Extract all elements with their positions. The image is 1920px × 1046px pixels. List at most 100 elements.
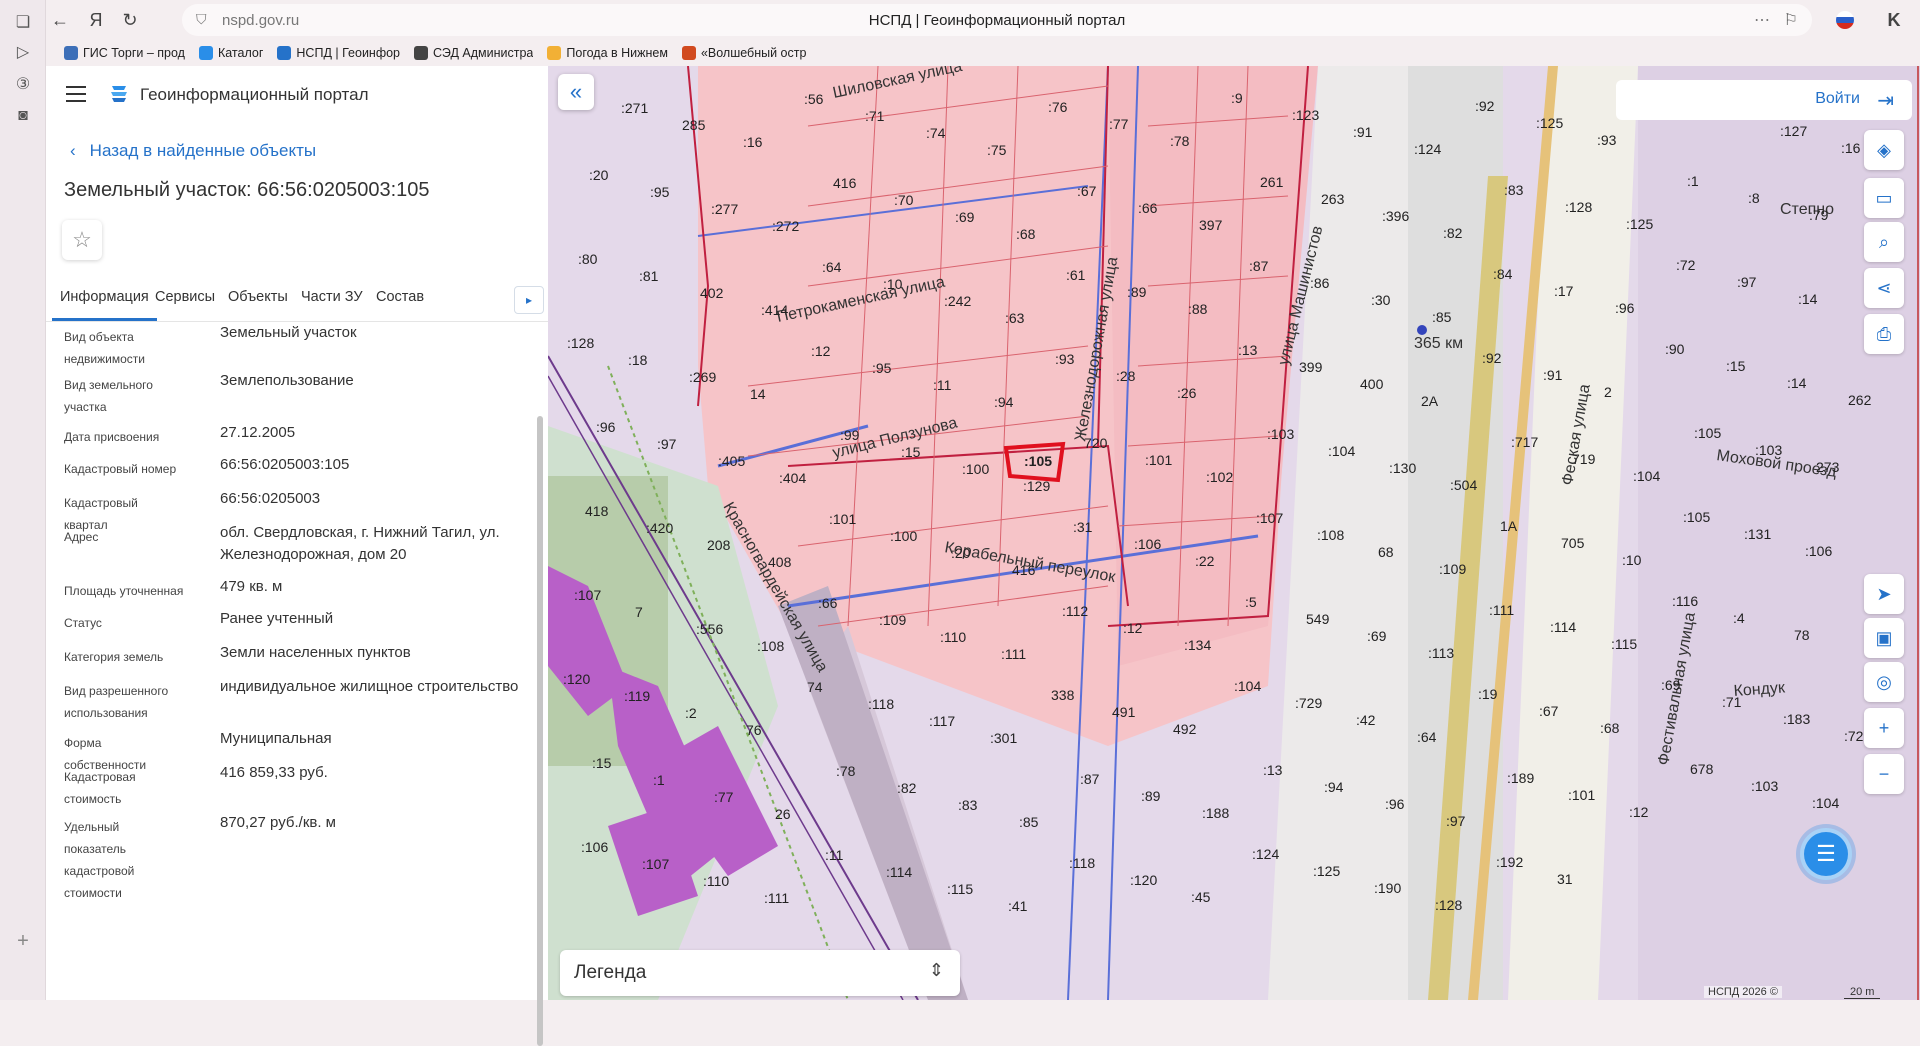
back-to-results-link[interactable]: ‹ Назад в найденные объекты xyxy=(70,141,316,161)
parcel-number-label[interactable]: :131 xyxy=(1744,526,1771,542)
parcel-number-label[interactable]: :104 xyxy=(1812,795,1839,811)
parcel-number-label[interactable]: :717 xyxy=(1511,434,1538,450)
parcel-number-label[interactable]: :105 xyxy=(1694,425,1721,441)
parcel-number-label[interactable]: 719 xyxy=(1572,451,1596,467)
tabs-scroll-right-button[interactable]: ▸ xyxy=(514,286,544,314)
parcel-number-label[interactable]: :82 xyxy=(897,780,917,796)
parcel-number-label[interactable]: :22 xyxy=(1195,553,1215,569)
map-canvas[interactable]: Шиловская улица Петрокаменская улица ули… xyxy=(548,66,1920,1000)
cadastral-map[interactable]: Шиловская улица Петрокаменская улица ули… xyxy=(548,66,1920,1000)
parcel-number-label[interactable]: :64 xyxy=(1417,729,1437,745)
parcel-number-label[interactable]: :93 xyxy=(1055,351,1075,367)
parcel-number-label[interactable]: :87 xyxy=(1249,258,1269,274)
parcel-number-label[interactable]: :15 xyxy=(901,444,921,460)
parcel-number-label[interactable]: :85 xyxy=(1019,814,1039,830)
parcel-number-label[interactable]: :94 xyxy=(1324,779,1344,795)
parcel-number-label[interactable]: :113 xyxy=(1428,645,1454,661)
reload-icon[interactable]: ↻ xyxy=(118,8,142,32)
minimap-icon[interactable]: ▣ xyxy=(1864,618,1904,658)
chat-icon[interactable]: ☰ xyxy=(1800,828,1852,880)
geo-search-icon[interactable]: ◎ xyxy=(1864,662,1904,702)
parcel-number-label[interactable]: 31 xyxy=(1557,871,1573,887)
parcel-number-label[interactable]: :404 xyxy=(779,470,806,486)
parcel-number-label[interactable]: :115 xyxy=(1611,636,1637,652)
parcel-number-label[interactable]: :396 xyxy=(1382,208,1409,224)
play-icon[interactable]: ▷ xyxy=(11,40,35,64)
parcel-number-label[interactable]: :124 xyxy=(1252,846,1279,862)
parcel-number-label[interactable]: :301 xyxy=(990,730,1017,746)
parcel-number-label[interactable]: :10 xyxy=(1622,552,1642,568)
parcel-number-label[interactable]: :405 xyxy=(718,453,745,469)
parcel-number-label[interactable]: :11 xyxy=(933,377,952,393)
parcel-number-label[interactable]: :69 xyxy=(1367,628,1387,644)
tab-info[interactable]: Информация xyxy=(52,289,157,321)
parcel-number-label[interactable]: :269 xyxy=(689,369,716,385)
parcel-number-label[interactable]: :81 xyxy=(639,268,659,284)
parcel-number-label[interactable]: :68 xyxy=(1016,226,1036,242)
parcel-number-label[interactable]: :99 xyxy=(840,427,860,443)
parcel-number-label[interactable]: :28 xyxy=(1116,368,1136,384)
parcel-number-label[interactable]: :71 xyxy=(1722,694,1742,710)
parcel-number-label[interactable]: :14 xyxy=(1787,375,1807,391)
bookmark-item[interactable]: СЭД Администра xyxy=(414,46,533,60)
parcel-number-label[interactable]: :66 xyxy=(818,595,838,611)
parcel-number-label[interactable]: :77 xyxy=(1109,116,1129,132)
parcel-number-label[interactable]: :108 xyxy=(1317,527,1344,543)
parcel-number-label[interactable]: 78 xyxy=(1794,627,1810,643)
parcel-number-label[interactable]: :107 xyxy=(642,856,669,872)
parcel-number-label[interactable]: 2A xyxy=(1421,393,1439,409)
parcel-number-label[interactable]: :16 xyxy=(1841,140,1861,156)
parcel-number-label[interactable]: :20 xyxy=(589,167,609,183)
parcel-number-label[interactable]: :120 xyxy=(1130,872,1157,888)
parcel-number-label[interactable]: :11 xyxy=(825,847,844,863)
share-icon[interactable]: ⋖ xyxy=(1864,268,1904,308)
parcel-number-label[interactable]: :12 xyxy=(811,343,831,359)
parcel-number-label[interactable]: 2 xyxy=(1604,384,1612,400)
parcel-number-label[interactable]: :106 xyxy=(581,839,608,855)
parcel-number-label[interactable]: :1 xyxy=(1687,173,1699,189)
panel-scrollbar[interactable] xyxy=(536,356,544,1046)
parcel-number-label[interactable]: :88 xyxy=(1188,301,1208,317)
parcel-number-label[interactable]: :82 xyxy=(1443,225,1463,241)
russia-flag-icon[interactable] xyxy=(1836,11,1854,29)
parcel-number-label[interactable]: :15 xyxy=(1726,358,1746,374)
parcel-number-label[interactable]: :130 xyxy=(1389,460,1416,476)
parcel-number-label[interactable]: :104 xyxy=(1234,678,1261,694)
parcel-number-label[interactable]: :118 xyxy=(1069,855,1095,871)
parcel-number-label[interactable]: :15 xyxy=(592,755,612,771)
parcel-number-label[interactable]: :103 xyxy=(1751,778,1778,794)
parcel-number-label[interactable]: 338 xyxy=(1051,687,1075,703)
bookmark-icon[interactable]: ⚐ xyxy=(1784,10,1798,30)
parcel-number-label[interactable]: :125 xyxy=(1536,115,1563,131)
parcel-number-label[interactable]: :107 xyxy=(574,587,601,603)
bookmark-item[interactable]: НСПД | Геоинфор xyxy=(277,46,400,60)
favorite-star-button[interactable]: ☆ xyxy=(62,220,102,260)
bookmark-item[interactable]: Погода в Нижнем xyxy=(547,46,668,60)
parcel-number-label[interactable]: :277 xyxy=(711,201,738,217)
parcel-number-label[interactable]: :106 xyxy=(1805,543,1832,559)
parcel-number-label[interactable]: :128 xyxy=(567,335,594,351)
parcel-number-label[interactable]: :83 xyxy=(958,797,978,813)
parcel-number-label[interactable]: :1 xyxy=(653,772,665,788)
parcel-number-label[interactable]: :87 xyxy=(1080,771,1100,787)
parcel-number-label[interactable]: :30 xyxy=(1371,292,1391,308)
parcel-number-label[interactable]: :420 xyxy=(646,520,673,536)
parcel-number-label[interactable]: :103 xyxy=(1267,426,1294,442)
parcel-number-label[interactable]: :129 xyxy=(1023,478,1050,494)
parcel-number-label[interactable]: :114 xyxy=(1550,619,1576,635)
zoom-out-button[interactable]: − xyxy=(1864,754,1904,794)
area-search-icon[interactable]: ⌕ xyxy=(1864,222,1904,262)
parcel-number-label[interactable]: 397 xyxy=(1199,217,1223,233)
parcel-number-label[interactable]: 418 xyxy=(585,503,609,519)
parcel-number-label[interactable]: :13 xyxy=(1263,762,1283,778)
parcel-number-label[interactable]: :117 xyxy=(929,713,955,729)
parcel-number-label[interactable]: :67 xyxy=(1077,183,1097,199)
parcel-number-label[interactable]: :114 xyxy=(886,864,912,880)
parcel-number-label[interactable]: :91 xyxy=(1353,124,1373,140)
scrollbar-thumb[interactable] xyxy=(537,416,543,1046)
parcel-number-label[interactable]: 208 xyxy=(707,537,731,553)
more-dots-icon[interactable]: ⋯ xyxy=(1754,10,1770,30)
parcel-number-label[interactable]: 416 xyxy=(833,175,857,191)
parcel-number-label[interactable]: :72 xyxy=(1676,257,1696,273)
parcel-number-label[interactable]: :96 xyxy=(596,419,616,435)
